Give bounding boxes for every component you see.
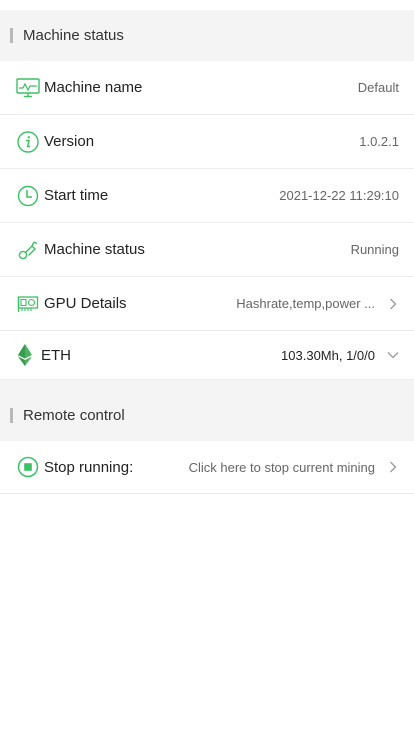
section-title: Remote control xyxy=(23,407,125,424)
machine-name-row: Machine name Default xyxy=(0,61,414,115)
section-gap xyxy=(0,380,414,390)
machine-status-label: Machine status xyxy=(44,241,145,258)
machine-name-value: Default xyxy=(357,80,399,95)
machine-name-label: Machine name xyxy=(44,79,143,96)
chevron-right-icon xyxy=(387,461,399,473)
machine-status-section-header: Machine status xyxy=(0,10,414,61)
eth-label: ETH xyxy=(41,346,71,364)
stop-circle-icon xyxy=(16,455,40,479)
version-label: Version xyxy=(44,133,95,150)
machine-status-value: Running xyxy=(350,242,399,257)
version-row: Version 1.0.2.1 xyxy=(0,115,414,169)
stop-running-label: Stop running: xyxy=(44,458,134,476)
clock-icon xyxy=(16,184,40,208)
running-icon xyxy=(16,238,40,262)
gpu-details-row[interactable]: GPU Details Hashrate,temp,power ... xyxy=(0,277,414,331)
section-title: Machine status xyxy=(23,27,124,44)
start-time-value: 2021-12-22 11:29:10 xyxy=(279,188,399,203)
stop-running-row[interactable]: Stop running: Click here to stop current… xyxy=(0,441,414,494)
remote-control-section-header: Remote control xyxy=(0,390,414,441)
machine-status-row: Machine status Running xyxy=(0,223,414,277)
chevron-right-icon xyxy=(387,298,399,310)
info-icon xyxy=(16,130,40,154)
start-time-label: Start time xyxy=(44,187,109,204)
ethereum-icon xyxy=(16,343,34,367)
monitor-icon xyxy=(16,76,40,100)
section-marker xyxy=(10,408,13,423)
eth-value: 103.30Mh, 1/0/0 xyxy=(281,347,375,363)
section-marker xyxy=(10,28,13,43)
version-value: 1.0.2.1 xyxy=(359,134,399,149)
stop-running-hint[interactable]: Click here to stop current mining xyxy=(189,460,375,475)
top-spacer xyxy=(0,0,414,10)
gpu-card-icon xyxy=(16,292,40,316)
eth-row[interactable]: ETH 103.30Mh, 1/0/0 xyxy=(0,331,414,380)
chevron-down-icon[interactable] xyxy=(387,349,399,361)
gpu-details-value: Hashrate,temp,power ... xyxy=(236,296,375,311)
gpu-details-label: GPU Details xyxy=(44,295,127,312)
start-time-row: Start time 2021-12-22 11:29:10 xyxy=(0,169,414,223)
